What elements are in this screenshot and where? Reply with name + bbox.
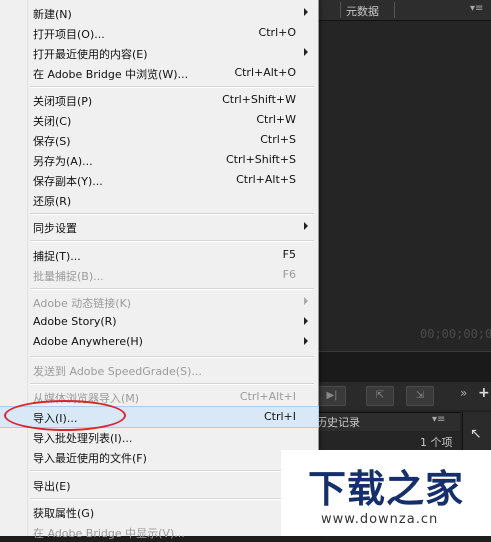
menu-item-reveal-bridge[interactable]: 在 Adobe Bridge 中显示(V)... (0, 522, 318, 542)
step-forward-button[interactable]: ▶| (318, 386, 346, 406)
program-monitor (310, 21, 491, 351)
lift-icon[interactable]: ⇱ (366, 386, 394, 406)
menu-item-label: 导入(I)... (33, 412, 78, 425)
add-button[interactable]: + (478, 385, 490, 401)
menu-item-shortcut: Ctrl+Alt+S (236, 173, 296, 186)
menu-item-label: 保存副本(Y)... (33, 175, 103, 188)
menu-item-shortcut: Ctrl+I (263, 410, 296, 423)
menu-item-dynamic-link[interactable]: Adobe 动态链接(K) (0, 292, 318, 312)
menu-separator (30, 240, 314, 242)
menu-item-label: 另存为(A)... (33, 155, 93, 168)
menu-item-browse-bridge[interactable]: 在 Adobe Bridge 中浏览(W)... Ctrl+Alt+O (0, 63, 318, 83)
menu-item-import-recent[interactable]: 导入最近使用的文件(F) (0, 447, 318, 467)
menu-item-save[interactable]: 保存(S) Ctrl+S (0, 130, 318, 150)
menu-separator (30, 86, 314, 88)
submenu-arrow-icon (304, 317, 308, 325)
tab-divider (340, 2, 341, 18)
menu-item-send-speedgrade[interactable]: 发送到 Adobe SpeedGrade(S)... (0, 360, 318, 380)
extract-icon[interactable]: ⇲ (406, 386, 434, 406)
menu-item-close[interactable]: 关闭(C) Ctrl+W (0, 110, 318, 130)
menu-item-label: 捕捉(T)... (33, 250, 81, 263)
menu-item-import-media-browser[interactable]: 从媒体浏览器导入(M) Ctrl+Alt+I (0, 387, 318, 407)
file-menu: 新建(N) 打开项目(O)... Ctrl+O 打开最近使用的内容(E) 在 Ad… (0, 0, 319, 540)
menu-separator (30, 498, 314, 500)
menu-item-label: Adobe 动态链接(K) (33, 297, 132, 310)
submenu-arrow-icon (304, 8, 308, 16)
menu-separator (30, 356, 314, 358)
menu-item-label: 批量捕捉(B)... (33, 270, 104, 283)
menu-item-label: 关闭(C) (33, 115, 72, 128)
watermark-url: www.downza.cn (321, 512, 439, 527)
menu-item-label: 同步设置 (33, 222, 77, 235)
panel-menu-icon[interactable]: ▾≡ (432, 414, 445, 425)
selection-tool-icon[interactable]: ↖ (470, 426, 482, 442)
menu-item-shortcut: F5 (282, 248, 296, 261)
tab-divider (394, 2, 395, 18)
timecode-display: 00;00;00;00 (420, 327, 491, 341)
menu-item-shortcut: Ctrl+Shift+W (222, 93, 296, 106)
panel-menu-icon[interactable]: ▾≡ (470, 3, 483, 14)
menu-item-close-project[interactable]: 关闭项目(P) Ctrl+Shift+W (0, 90, 318, 110)
menu-item-get-properties[interactable]: 获取属性(G) (0, 502, 318, 522)
menu-item-capture[interactable]: 捕捉(T)... F5 (0, 245, 318, 265)
menu-item-shortcut: Ctrl+Shift+S (226, 153, 296, 166)
submenu-arrow-icon (304, 222, 308, 230)
menu-item-import-batch-list[interactable]: 导入批处理列表(I)... (0, 427, 318, 447)
menu-item-new[interactable]: 新建(N) (0, 3, 318, 23)
menu-item-label: 在 Adobe Bridge 中浏览(W)... (33, 68, 189, 81)
menu-item-revert[interactable]: 还原(R) (0, 190, 318, 210)
menu-item-shortcut: Ctrl+Alt+I (239, 390, 296, 403)
submenu-arrow-icon (304, 48, 308, 56)
menu-separator (30, 213, 314, 215)
menu-item-label: 导出(E) (33, 480, 71, 493)
watermark-logo: 下载之家 (308, 467, 465, 511)
menu-item-label: 导入批处理列表(I)... (33, 432, 133, 445)
menu-item-batch-capture[interactable]: 批量捕捉(B)... F6 (0, 265, 318, 285)
menu-item-label: 新建(N) (33, 8, 72, 21)
menu-item-shortcut: Ctrl+W (256, 113, 296, 126)
menu-item-import[interactable]: 导入(I)... Ctrl+I (0, 406, 319, 428)
menu-item-sync-settings[interactable]: 同步设置 (0, 217, 318, 237)
menu-item-label: 发送到 Adobe SpeedGrade(S)... (33, 365, 202, 378)
menu-item-label: 还原(R) (33, 195, 72, 208)
menu-item-label: 在 Adobe Bridge 中显示(V)... (33, 527, 185, 540)
menu-item-label: 打开项目(O)... (33, 28, 105, 41)
menu-item-shortcut: Ctrl+O (258, 26, 296, 39)
more-controls-icon[interactable]: » (460, 386, 467, 400)
menu-item-label: 保存(S) (33, 135, 71, 148)
submenu-arrow-icon (304, 337, 308, 345)
menu-separator (30, 383, 314, 385)
menu-item-label: 从媒体浏览器导入(M) (33, 392, 140, 405)
menu-item-label: Adobe Anywhere(H) (33, 335, 143, 348)
menu-item-adobe-anywhere[interactable]: Adobe Anywhere(H) (0, 332, 318, 352)
watermark: 下载之家 www.downza.cn (281, 450, 491, 536)
tab-history[interactable]: 历史记录 (316, 414, 360, 430)
menu-item-shortcut: Ctrl+Alt+O (234, 66, 296, 79)
menu-item-label: Adobe Story(R) (33, 315, 117, 328)
menu-item-shortcut: F6 (282, 268, 296, 281)
menu-item-shortcut: Ctrl+S (260, 133, 296, 146)
menu-item-export[interactable]: 导出(E) (0, 475, 318, 495)
menu-item-save-as[interactable]: 另存为(A)... Ctrl+Shift+S (0, 150, 318, 170)
menu-item-save-copy[interactable]: 保存副本(Y)... Ctrl+Alt+S (0, 170, 318, 190)
menu-item-adobe-story[interactable]: Adobe Story(R) (0, 312, 318, 332)
menu-separator (30, 470, 314, 472)
menu-item-label: 关闭项目(P) (33, 95, 93, 108)
metadata-panel-header: 元数据 ▾≡ (310, 0, 491, 21)
menu-item-label: 获取属性(G) (33, 507, 95, 520)
menu-item-label: 打开最近使用的内容(E) (33, 48, 148, 61)
tab-metadata[interactable]: 元数据 (346, 3, 379, 19)
menu-separator (30, 288, 314, 290)
scrub-bar[interactable] (310, 351, 491, 382)
item-count: 1 个项 (420, 436, 453, 449)
menu-item-label: 导入最近使用的文件(F) (33, 452, 147, 465)
menu-item-open-project[interactable]: 打开项目(O)... Ctrl+O (0, 23, 318, 43)
menu-item-open-recent[interactable]: 打开最近使用的内容(E) (0, 43, 318, 63)
submenu-arrow-icon (304, 297, 308, 305)
